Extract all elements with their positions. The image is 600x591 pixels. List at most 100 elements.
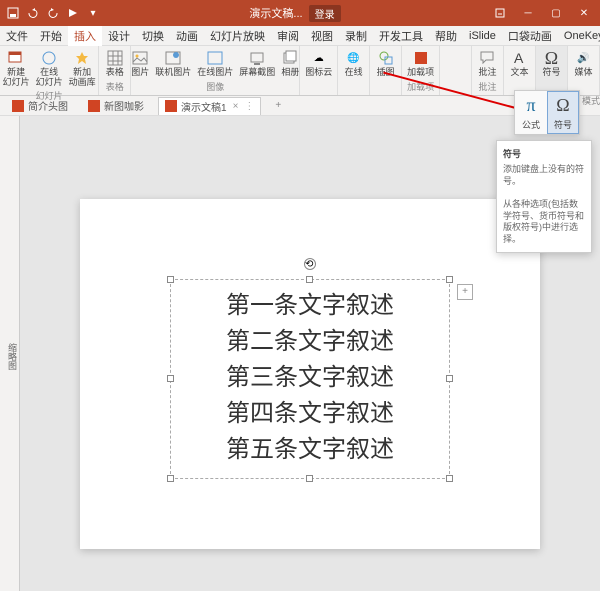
anim-icon — [73, 49, 91, 67]
shapes-icon — [377, 49, 395, 67]
online-button[interactable]: 🌐在线 — [343, 48, 365, 79]
textbox-content[interactable]: 第一条文字叙述 第二条文字叙述 第三条文字叙述 第四条文字叙述 第五条文字叙述 — [171, 280, 449, 476]
picture-button[interactable]: 图片 — [129, 48, 151, 79]
symbol-dropdown: π 公式 Ω 符号 — [514, 90, 580, 135]
textbox-selected[interactable]: ⟲ + 第一条文字叙述 第二条文字叙述 第三条文字叙述 第四条文字叙述 第五条文… — [170, 279, 450, 479]
group-online: 🌐在线 — [338, 46, 370, 95]
online-pic2-button[interactable]: 在线图片 — [195, 48, 235, 79]
doc-tab-2[interactable]: 新图咖影 — [82, 97, 150, 114]
new-tab-button[interactable]: + — [269, 99, 287, 112]
undo-icon[interactable] — [24, 4, 42, 22]
online-slide-button[interactable]: 在线幻灯片 — [34, 48, 65, 89]
group-illustrations: 插图 — [370, 46, 402, 95]
start-icon[interactable] — [64, 4, 82, 22]
album-icon — [281, 49, 299, 67]
menubar: 文件 开始 插入 设计 切换 动画 幻灯片放映 审阅 视图 录制 开发工具 帮助… — [0, 26, 600, 46]
tooltip-body: 添加键盘上没有的符号。 从各种选项(包括数学符号、货币符号和版权符号)中进行选择… — [503, 164, 585, 246]
qat-more-icon[interactable]: ▾ — [84, 4, 102, 22]
addon-icon — [412, 49, 430, 67]
globe-icon: 🌐 — [345, 49, 363, 67]
tab-view[interactable]: 视图 — [305, 26, 339, 46]
doc-tab-3[interactable]: 演示文稿1×⋮ — [158, 97, 261, 115]
equation-item[interactable]: π 公式 — [515, 91, 547, 134]
tab-islide[interactable]: iSlide — [463, 28, 502, 44]
login-badge[interactable]: 登录 — [309, 5, 341, 22]
ppt-icon — [88, 100, 100, 112]
text-line: 第二条文字叙述 — [179, 324, 441, 360]
tab-animation[interactable]: 动画 — [170, 26, 204, 46]
group-table-label: 表格 — [103, 80, 126, 93]
tab-onekey[interactable]: OneKey I — [558, 28, 600, 44]
tab-slideshow[interactable]: 幻灯片放映 — [204, 26, 271, 46]
resize-handle-ml[interactable] — [167, 375, 174, 382]
online-pic-icon — [164, 49, 182, 67]
resize-handle-tr[interactable] — [446, 276, 453, 283]
group-media: 🔊媒体 — [568, 46, 600, 95]
resize-handle-mr[interactable] — [446, 375, 453, 382]
ppt-icon — [165, 100, 177, 112]
group-symbols: Ω符号 — [536, 46, 568, 95]
table-icon — [106, 49, 124, 67]
doc-title: 演示文稿... — [249, 5, 302, 21]
addon-button[interactable]: 加载项 — [405, 48, 436, 79]
media-button[interactable]: 🔊媒体 — [572, 48, 594, 79]
redo-icon[interactable] — [44, 4, 62, 22]
cloud-icon: ☁ — [310, 49, 328, 67]
mode-label: 模式 — [582, 94, 600, 107]
doc-tab-1[interactable]: 简介头图 — [6, 97, 74, 114]
comment-button[interactable]: 批注 — [476, 48, 498, 79]
group-images-label: 图像 — [135, 80, 295, 93]
screenshot-button[interactable]: 屏幕截图 — [237, 48, 277, 79]
ribbon: 新建幻灯片 在线幻灯片 新加动画库 幻灯片 表格 表格 图片 联机图片 在线图片… — [0, 46, 600, 96]
text-button[interactable]: A文本 — [508, 48, 530, 79]
omega-icon: Ω — [556, 95, 569, 116]
group-images: 图片 联机图片 在线图片 屏幕截图 相册 图像 — [131, 46, 300, 95]
tab-insert[interactable]: 插入 — [68, 26, 102, 46]
tab-design[interactable]: 设计 — [102, 26, 136, 46]
group-comments: 批注 批注 — [472, 46, 504, 95]
thumbnail-panel[interactable]: 缩略图 — [0, 116, 20, 591]
resize-handle-tm[interactable] — [306, 276, 313, 283]
tab-help[interactable]: 帮助 — [429, 26, 463, 46]
tab-pocket[interactable]: 口袋动画 — [502, 26, 558, 46]
tab-record[interactable]: 录制 — [339, 26, 373, 46]
screenshot-icon — [248, 49, 266, 67]
symbol-button[interactable]: Ω符号 — [540, 48, 562, 79]
new-anim-button[interactable]: 新加动画库 — [67, 48, 98, 89]
add-handle[interactable]: + — [457, 284, 473, 300]
resize-handle-br[interactable] — [446, 475, 453, 482]
svg-text:A: A — [514, 50, 524, 66]
group-cloud: ☁图标云 — [300, 46, 338, 95]
resize-handle-bm[interactable] — [306, 475, 313, 482]
resize-handle-tl[interactable] — [167, 276, 174, 283]
tab-transition[interactable]: 切换 — [136, 26, 170, 46]
group-text: A文本 — [504, 46, 536, 95]
tooltip-title: 符号 — [503, 147, 585, 160]
tab-review[interactable]: 审阅 — [271, 26, 305, 46]
online-pic-button[interactable]: 联机图片 — [153, 48, 193, 79]
ribbon-options-icon[interactable] — [488, 3, 512, 23]
tab-home[interactable]: 开始 — [34, 26, 68, 46]
symbol-tooltip: 符号 添加键盘上没有的符号。 从各种选项(包括数学符号、货币符号和版权符号)中进… — [496, 140, 592, 253]
save-icon[interactable] — [4, 4, 22, 22]
album-button[interactable]: 相册 — [279, 48, 301, 79]
symbol-item[interactable]: Ω 符号 — [547, 91, 579, 134]
rotate-handle[interactable]: ⟲ — [304, 258, 316, 270]
group-slides: 新建幻灯片 在线幻灯片 新加动画库 幻灯片 — [0, 46, 99, 95]
new-slide-icon — [7, 49, 25, 67]
maximize-icon[interactable]: ▢ — [544, 3, 568, 23]
minimize-icon[interactable]: ─ — [516, 3, 540, 23]
resize-handle-bl[interactable] — [167, 475, 174, 482]
picture-icon — [131, 49, 149, 67]
cloud-button[interactable]: ☁图标云 — [303, 48, 334, 79]
tab-close-icon[interactable]: × — [231, 101, 241, 112]
tab-devtools[interactable]: 开发工具 — [373, 26, 429, 46]
window-controls: ─ ▢ ✕ — [488, 3, 596, 23]
tab-file[interactable]: 文件 — [0, 26, 34, 46]
text-line: 第三条文字叙述 — [179, 360, 441, 396]
text-line: 第五条文字叙述 — [179, 432, 441, 468]
slide-canvas[interactable]: ⟲ + 第一条文字叙述 第二条文字叙述 第三条文字叙述 第四条文字叙述 第五条文… — [80, 199, 540, 549]
close-icon[interactable]: ✕ — [572, 3, 596, 23]
new-slide-button[interactable]: 新建幻灯片 — [1, 48, 32, 89]
table-button[interactable]: 表格 — [104, 48, 126, 79]
